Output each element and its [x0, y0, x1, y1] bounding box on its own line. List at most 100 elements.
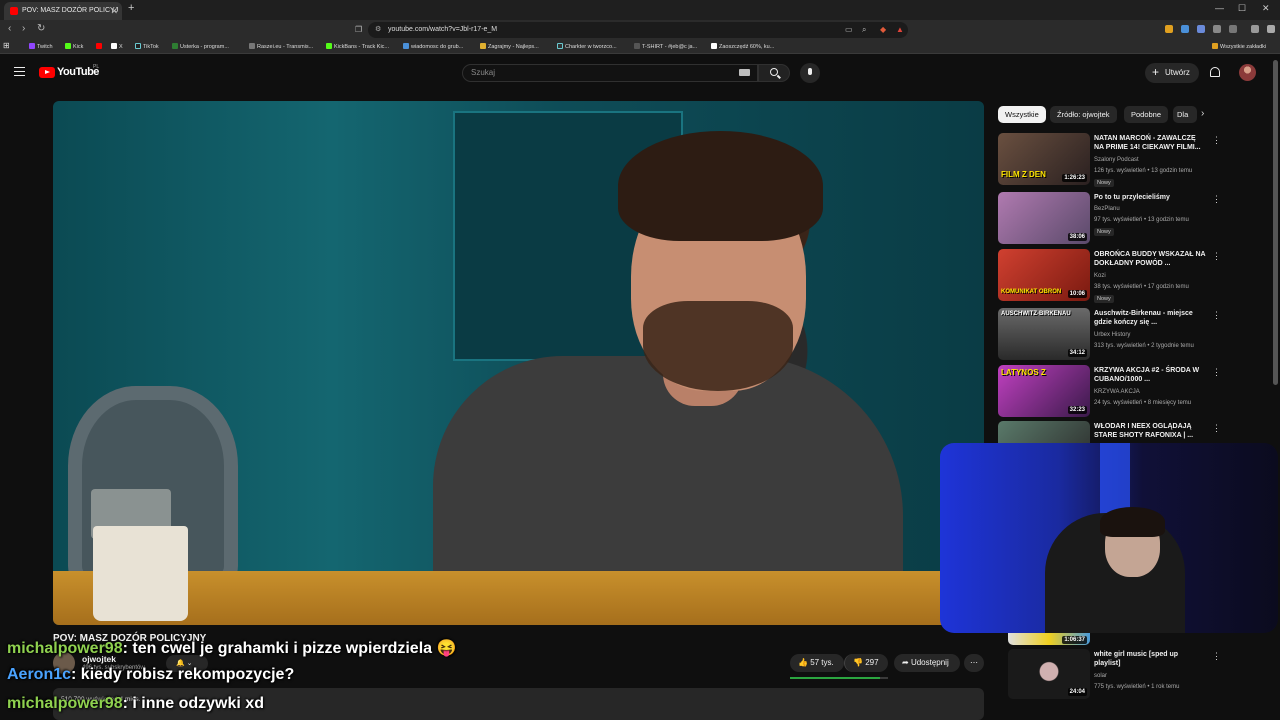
chip-for-you[interactable]: Dla — [1173, 106, 1197, 123]
video-thumbnail[interactable]: AUSCHWITZ-BIRKENAU 34:12 — [998, 308, 1090, 360]
chip-source[interactable]: Źródło: ojwojtek — [1050, 106, 1117, 123]
extension-icon[interactable] — [1197, 25, 1205, 33]
bookmark-zagrajmy[interactable]: Zagrajmy - Najleps... — [480, 43, 539, 50]
video-player[interactable] — [53, 101, 984, 625]
bookmark-tshirt[interactable]: T-SHIRT - #jeb@c ja... — [634, 43, 697, 50]
install-app-icon[interactable]: ▭ — [845, 25, 853, 34]
like-button[interactable]: 👍 57 tys. — [790, 654, 844, 672]
recommended-video[interactable]: AUSCHWITZ-BIRKENAU 34:12 Auschwitz-Birke… — [998, 308, 1221, 364]
reload-icon[interactable]: ↻ — [37, 23, 45, 34]
bookmark-wiadomosc[interactable]: wiadomosc do grub... — [403, 43, 463, 50]
rewards-icon[interactable]: ▲ — [896, 25, 904, 34]
channel-name[interactable]: Urbex History — [1094, 332, 1130, 338]
account-avatar[interactable] — [1239, 64, 1256, 81]
bookmark-icon[interactable]: ❐ — [355, 25, 362, 34]
search-button[interactable] — [758, 64, 790, 82]
video-duration: 10:06 — [1067, 290, 1087, 298]
search-input[interactable]: Szukaj — [462, 64, 758, 82]
channel-name[interactable]: solar — [1094, 673, 1107, 679]
youtube-logo-icon[interactable] — [39, 67, 55, 78]
video-thumbnail[interactable]: 1:06:37 — [1008, 633, 1090, 645]
maximize-icon[interactable]: ☐ — [1238, 3, 1246, 14]
more-actions-icon[interactable]: ⋯ — [964, 654, 984, 672]
video-thumbnail[interactable] — [998, 421, 1090, 443]
more-options-icon[interactable]: ⋮ — [1212, 135, 1221, 146]
more-options-icon[interactable]: ⋮ — [1212, 310, 1221, 321]
chip-related[interactable]: Podobne — [1124, 106, 1169, 123]
video-title[interactable]: WŁODAR I NEEX OGLĄDAJĄ STARE SHOTY RAFON… — [1094, 422, 1206, 440]
dislike-button[interactable]: 👎 297 — [844, 654, 888, 672]
chip-all[interactable]: Wszystkie — [998, 106, 1046, 123]
share-button[interactable]: ➦ Udostępnij — [894, 654, 960, 672]
bookmark-usterka[interactable]: Usterka - program... — [172, 43, 229, 50]
close-tab-icon[interactable]: ✕ — [110, 2, 118, 20]
video-title[interactable]: KRZYWA AKCJA #2 - ŚRODA W CUBANO/1000 ..… — [1094, 366, 1206, 384]
browser-tab[interactable]: POV: MASZ DOZÓR POLICYJ ✕ — [4, 2, 122, 20]
extension-icon[interactable] — [1165, 25, 1173, 33]
create-button[interactable]: + Utwórz — [1145, 63, 1199, 83]
keyboard-icon[interactable] — [739, 69, 750, 76]
bookmark-raszei[interactable]: Raszei.eu - Transmis... — [249, 43, 313, 50]
recommended-video[interactable]: 24:04 white girl music [sped up playlist… — [1008, 649, 1221, 705]
recommended-video[interactable]: KOMUNIKAT OBRON 10:06 OBROŃCA BUDDY WSKA… — [998, 249, 1221, 305]
chevron-right-icon[interactable]: › — [1201, 108, 1204, 119]
chat-text: : i inne odzywki xd — [122, 695, 264, 712]
more-options-icon[interactable]: ⋮ — [1212, 194, 1221, 205]
bookmark-x[interactable]: X — [111, 43, 123, 50]
channel-name[interactable]: KRZYWA AKCJA — [1094, 389, 1140, 395]
new-tab-button[interactable]: + — [128, 2, 134, 14]
extensions-puzzle-icon[interactable] — [1213, 25, 1221, 33]
page-scrollbar[interactable] — [1273, 60, 1278, 385]
video-title[interactable]: OBROŃCA BUDDY WSKAZAŁ NA DOKŁADNY POWÓD … — [1094, 250, 1206, 268]
youtube-header: YouTube PL Szukaj + Utwórz — [0, 55, 1280, 93]
bookmark-youtube[interactable] — [96, 43, 104, 50]
apps-grid-icon[interactable]: ⊞ — [3, 41, 10, 50]
forward-icon[interactable]: › — [22, 23, 25, 34]
voice-search-icon[interactable] — [800, 63, 820, 83]
video-thumbnail[interactable]: 24:04 — [1008, 649, 1090, 699]
more-options-icon[interactable]: ⋮ — [1212, 651, 1221, 662]
back-icon[interactable]: ‹ — [8, 23, 11, 34]
address-bar[interactable]: ⚙ youtube.com/watch?v=Jbl-r17-e_M — [368, 22, 908, 38]
share-label: Udostępnij — [910, 658, 949, 667]
video-title[interactable]: white girl music [sped up playlist] — [1094, 650, 1204, 668]
thumbnail-text: LATYNOS Z — [1001, 368, 1046, 377]
extension-icon[interactable] — [1181, 25, 1189, 33]
zoom-icon[interactable]: ⌕ — [862, 25, 866, 35]
notifications-bell-icon[interactable] — [1210, 67, 1220, 77]
video-title[interactable]: Auschwitz-Birkenau - miejsce gdzie kończ… — [1094, 309, 1206, 327]
video-thumbnail[interactable]: KOMUNIKAT OBRON 10:06 — [998, 249, 1090, 301]
more-options-icon[interactable]: ⋮ — [1212, 367, 1221, 378]
bookmark-kickbans[interactable]: KickBans - Track Kic... — [326, 43, 389, 50]
brave-shield-icon[interactable]: ◆ — [880, 25, 886, 34]
channel-name[interactable]: BezPlanu — [1094, 206, 1120, 212]
video-thumbnail[interactable]: LATYNOS Z 32:23 — [998, 365, 1090, 417]
video-thumbnail[interactable]: 38:06 — [998, 192, 1090, 244]
recommended-video[interactable]: 38:06 Po to tu przylecieliśmy BezPlanu 9… — [998, 192, 1221, 248]
site-info-icon[interactable]: ⚙ — [375, 22, 381, 38]
recommended-video[interactable]: FILM Z DEN 1:26:23 NATAN MARCOŃ - ZAWALC… — [998, 133, 1221, 189]
new-badge: Nowy — [1094, 228, 1114, 236]
video-thumbnail[interactable]: FILM Z DEN 1:26:23 — [998, 133, 1090, 185]
channel-name[interactable]: Szalony Podcast — [1094, 157, 1139, 163]
chat-text: : ten cwel je grahamki i pizze wpierdzie… — [122, 640, 457, 657]
bookmark-kick[interactable]: Kick — [65, 43, 83, 50]
video-title[interactable]: Po to tu przylecieliśmy — [1094, 193, 1206, 202]
bookmark-zaoszczedz[interactable]: Zaoszczędź 60%, ku... — [711, 43, 774, 50]
recommended-video[interactable]: WŁODAR I NEEX OGLĄDAJĄ STARE SHOTY RAFON… — [998, 421, 1218, 443]
minimize-icon[interactable]: — — [1215, 3, 1224, 13]
more-options-icon[interactable]: ⋮ — [1212, 423, 1218, 434]
recommended-video[interactable]: LATYNOS Z 32:23 KRZYWA AKCJA #2 - ŚRODA … — [998, 365, 1221, 421]
video-title[interactable]: NATAN MARCOŃ - ZAWALCZĘ NA PRIME 14! CIE… — [1094, 134, 1206, 152]
more-options-icon[interactable]: ⋮ — [1212, 251, 1221, 262]
menu-icon[interactable] — [1267, 25, 1275, 33]
sidebar-icon[interactable] — [1229, 25, 1237, 33]
bookmark-charkter[interactable]: Charkter w tworzco... — [557, 43, 617, 50]
bookmark-tiktok[interactable]: TikTok — [135, 43, 159, 50]
channel-name[interactable]: Kozi — [1094, 273, 1106, 279]
hamburger-menu-icon[interactable] — [14, 67, 25, 76]
close-window-icon[interactable]: ✕ — [1262, 3, 1270, 14]
all-bookmarks[interactable]: Wszystkie zakładki — [1212, 43, 1266, 50]
bookmark-twitch[interactable]: Twitch — [29, 43, 53, 50]
media-icon[interactable] — [1251, 25, 1259, 33]
